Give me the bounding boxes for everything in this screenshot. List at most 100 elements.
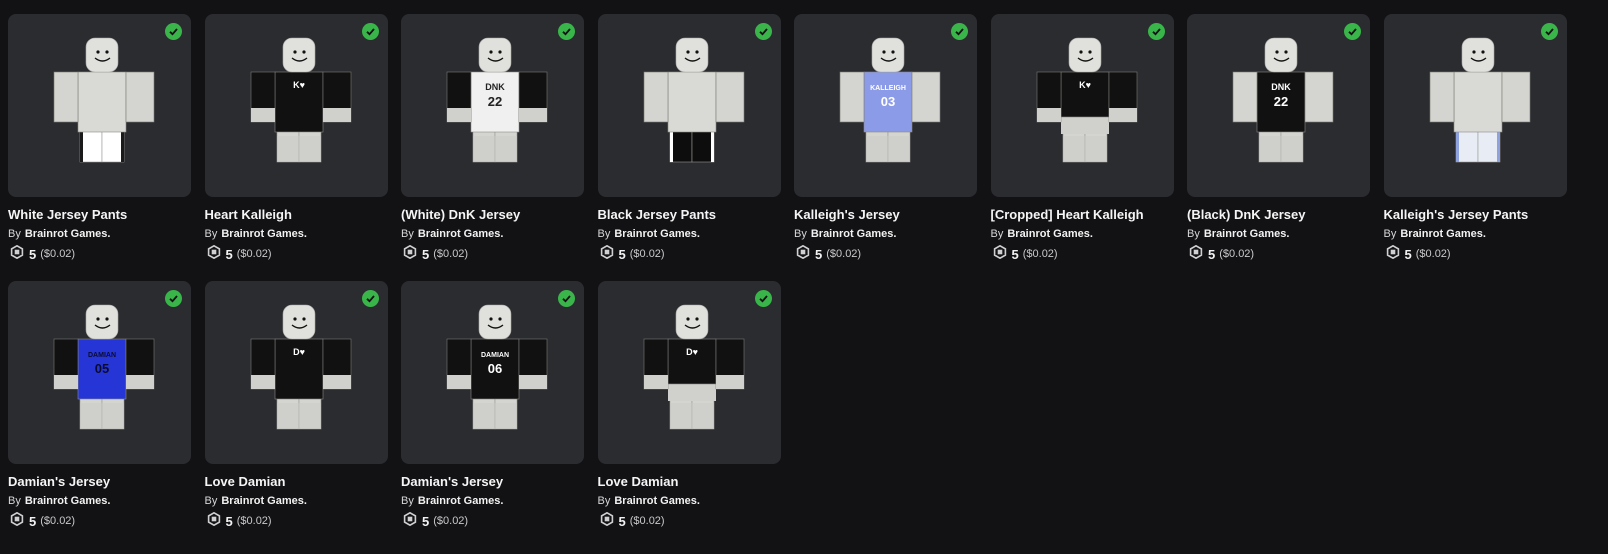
item-thumbnail[interactable]: K♥ [990,14,1174,197]
svg-text:K♥: K♥ [293,80,305,90]
item-name[interactable]: Black Jersey Pants [598,207,781,223]
owned-check-icon [165,290,182,307]
creator-name-link[interactable]: Brainrot Games. [614,228,700,240]
creator-name-link[interactable]: Brainrot Games. [1204,228,1290,240]
avatar-preview: D♥ [250,304,351,430]
item-price: 5 ($0.02) [1384,244,1567,264]
item-thumbnail[interactable] [597,14,781,197]
item-creator: By Brainrot Games. [1384,227,1567,241]
owned-check-icon [951,23,968,40]
item-price: 5 ($0.02) [598,511,781,529]
catalog-item-card[interactable]: KALLEIGH 03 Kalleigh's Jersey By Brainrot Ga… [794,14,977,281]
price-robux: 5 [29,246,37,262]
price-robux: 5 [225,246,233,262]
item-price: 5 ($0.02) [1187,244,1370,264]
catalog-item-card[interactable]: K♥ [Cropped] Heart Kalleigh By Brainrot Gam… [990,14,1174,281]
catalog-item-card[interactable]: Kalleigh's Jersey Pants By Brainrot Games.… [1383,14,1567,281]
creator-name-link[interactable]: Brainrot Games. [614,495,700,507]
catalog-item-card[interactable]: D♥ Love Damian By Brainrot Games. 5 ($0.02) [204,281,388,548]
creator-name-link[interactable]: Brainrot Games. [25,228,111,240]
price-robux: 5 [225,513,233,529]
creator-name-link[interactable]: Brainrot Games. [1400,228,1486,240]
avatar-preview: DNK 22 [446,37,548,163]
owned-check-icon [558,290,575,307]
item-thumbnail[interactable]: DAMIAN 06 [401,281,584,464]
item-name[interactable]: Damian's Jersey [401,474,584,490]
price-usd: ($0.02) [826,248,862,260]
owned-check-icon [361,23,379,40]
catalog-item-card[interactable]: DNK 22 (White) DnK Jersey By Brainrot Games.… [401,14,584,281]
item-price: 5 ($0.02) [205,244,388,262]
item-creator: By Brainrot Games. [205,227,388,241]
price-usd: ($0.02) [433,515,469,527]
item-thumbnail[interactable]: DAMIAN 05 [8,281,191,464]
item-creator: By Brainrot Games. [598,494,781,508]
robux-icon [8,244,29,264]
owned-check-icon [165,23,182,40]
creator-name-link[interactable]: Brainrot Games. [418,495,504,507]
item-name[interactable]: White Jersey Pants [8,207,191,223]
item-name[interactable]: Love Damian [598,474,781,490]
item-thumbnail[interactable] [8,14,191,197]
item-thumbnail[interactable]: DNK 22 [401,14,584,197]
avatar-preview [643,37,744,163]
item-name[interactable]: Heart Kalleigh [205,207,388,223]
item-thumbnail[interactable]: K♥ [204,14,388,197]
price-usd: ($0.02) [40,248,76,260]
avatar-preview: DNK 22 [1232,37,1334,163]
item-creator: By Brainrot Games. [401,227,584,241]
creator-by-label: By [1187,228,1200,240]
item-name[interactable]: Kalleigh's Jersey Pants [1384,207,1567,223]
creator-name-link[interactable]: Brainrot Games. [221,495,307,507]
catalog-item-card[interactable]: DAMIAN 05 Damian's Jersey By Brainrot Games.… [8,281,191,548]
creator-name-link[interactable]: Brainrot Games. [418,228,504,240]
robux-icon [1187,244,1208,264]
item-name[interactable]: Damian's Jersey [8,474,191,490]
creator-name-link[interactable]: Brainrot Games. [1007,228,1093,240]
svg-text:05: 05 [95,361,109,376]
svg-text:22: 22 [1274,94,1288,109]
creator-by-label: By [204,228,218,240]
item-creator: By Brainrot Games. [991,227,1174,241]
item-thumbnail[interactable] [1383,14,1567,197]
robux-icon [1384,244,1405,264]
owned-check-icon [1147,23,1165,40]
price-robux: 5 [1208,246,1216,262]
creator-name-link[interactable]: Brainrot Games. [25,495,111,507]
avatar-preview [53,37,155,163]
item-name[interactable]: [Cropped] Heart Kalleigh [991,207,1174,223]
catalog-item-card[interactable]: DAMIAN 06 Damian's Jersey By Brainrot Games.… [401,281,584,548]
creator-by-label: By [597,495,611,507]
price-robux: 5 [1404,246,1412,262]
item-name[interactable]: Love Damian [205,474,388,490]
item-thumbnail[interactable]: KALLEIGH 03 [794,14,977,197]
robux-icon [205,511,226,531]
catalog-item-card[interactable]: DNK 22 (Black) DnK Jersey By Brainrot Games.… [1187,14,1370,281]
catalog-item-card[interactable]: K♥ Heart Kalleigh By Brainrot Games. 5 ($0.02… [204,14,388,281]
item-thumbnail[interactable]: DNK 22 [1187,14,1370,197]
item-creator: By Brainrot Games. [8,494,191,508]
owned-check-icon [361,290,379,307]
creator-name-link[interactable]: Brainrot Games. [811,228,897,240]
catalog-item-card[interactable]: Black Jersey Pants By Brainrot Games. 5 ($0.… [597,14,781,281]
item-name[interactable]: (Black) DnK Jersey [1187,207,1370,223]
robux-icon [401,244,422,264]
svg-text:03: 03 [881,94,895,109]
catalog-grid: White Jersey Pants By Brainrot Games. 5 ($0.… [8,14,1567,548]
robux-icon [991,244,1012,264]
svg-text:22: 22 [488,94,502,109]
item-price: 5 ($0.02) [205,511,388,531]
item-name[interactable]: Kalleigh's Jersey [794,207,977,223]
item-price: 5 ($0.02) [8,244,191,264]
catalog-item-card[interactable]: White Jersey Pants By Brainrot Games. 5 ($0.… [8,14,191,281]
item-thumbnail[interactable]: D♥ [204,281,388,464]
item-name[interactable]: (White) DnK Jersey [401,207,584,223]
item-thumbnail[interactable]: D♥ [597,281,781,464]
price-robux: 5 [422,513,430,529]
catalog-item-card[interactable]: D♥ Love Damian By Brainrot Games. 5 ($0.02) [597,281,781,548]
creator-name-link[interactable]: Brainrot Games. [221,228,307,240]
creator-by-label: By [8,495,21,507]
item-price: 5 ($0.02) [8,511,191,529]
svg-text:DNK: DNK [485,82,505,92]
owned-check-icon [754,23,772,40]
